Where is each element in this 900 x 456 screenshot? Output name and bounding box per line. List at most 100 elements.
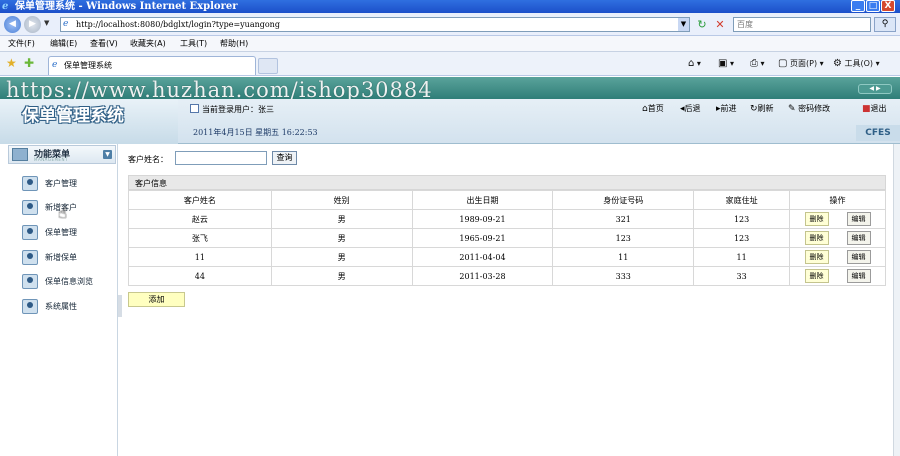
print-icon[interactable]: ⎙ ▾	[750, 58, 765, 70]
cell-id-number: 11	[552, 247, 695, 267]
tab-page-icon: ℯ	[52, 60, 58, 70]
page-menu[interactable]: ▢ 页面(P) ▾	[778, 58, 824, 70]
feeds-icon[interactable]: ▣ ▾	[718, 58, 734, 70]
home-icon[interactable]: ⌂ ▾	[688, 58, 701, 70]
delete-button[interactable]: 删除	[804, 250, 829, 264]
menu-favorites[interactable]: 收藏夹(A)	[130, 38, 166, 50]
cell-name: 11	[128, 247, 272, 267]
maximize-button[interactable]: □	[866, 0, 880, 12]
cell-actions: 删除 编辑	[789, 209, 886, 229]
menu-bar: 文件(F) 编辑(E) 查看(V) 收藏夹(A) 工具(T) 帮助(H)	[0, 36, 900, 52]
window-title: 保单管理系统 - Windows Internet Explorer	[15, 1, 238, 12]
menu-file[interactable]: 文件(F)	[8, 38, 35, 50]
refresh-icon[interactable]: ↻	[694, 17, 710, 32]
hand-cursor-icon: ☝	[58, 204, 68, 222]
home-link[interactable]: ⌂首页	[642, 103, 664, 115]
sidebar-item-system-properties[interactable]: 系统属性	[22, 298, 117, 316]
address-bar[interactable]: ℯ http://localhost:8080/bdglxt/login?typ…	[60, 17, 690, 32]
password-link[interactable]: ✎ 密码修改	[788, 103, 830, 115]
edit-button[interactable]: 编辑	[846, 250, 871, 264]
window-titlebar: ℯ 保单管理系统 - Windows Internet Explorer _ □…	[0, 0, 900, 13]
sidebar-item-customer-management[interactable]: 客户管理	[22, 175, 117, 193]
cell-id-number: 333	[552, 266, 695, 286]
sidebar-item-label: 保单管理	[45, 228, 77, 237]
sidebar-item-label: 新增保单	[45, 253, 77, 262]
datetime: 2011年4月15日 星期五 16:22:53	[193, 128, 318, 137]
panel-title: 客户信息	[135, 179, 167, 188]
customer-name-label: 客户姓名：	[128, 155, 168, 164]
logout-link[interactable]: ■退出	[862, 103, 887, 115]
sidebar-header: 功能菜单 MANAGEMENT ▼	[8, 145, 116, 164]
menu-tools[interactable]: 工具(T)	[180, 38, 207, 50]
stop-icon[interactable]: ✕	[712, 17, 728, 32]
new-tab-button[interactable]	[258, 58, 278, 74]
add-favorite-icon[interactable]: ✚	[24, 56, 34, 70]
menu-folder-icon	[12, 148, 28, 161]
add-button[interactable]: 添加	[128, 292, 185, 307]
forward-link[interactable]: ▸前进	[716, 103, 737, 115]
table-row: 张飞 男 1965-09-21 123 123 删除 编辑	[128, 228, 886, 248]
search-magnifier-icon[interactable]: ⚲	[874, 17, 896, 32]
sidebar-splitter[interactable]	[118, 295, 122, 317]
sidebar-item-policy-management[interactable]: 保单管理	[22, 224, 117, 242]
column-header-name: 客户姓名	[128, 190, 272, 210]
sidebar-item-add-customer[interactable]: 新增客户	[22, 199, 117, 217]
tab-active[interactable]: ℯ 保单管理系统	[48, 56, 256, 75]
user-icon	[22, 200, 38, 215]
cell-name: 赵云	[128, 209, 272, 229]
address-toolbar: ◀ ▶ ▼ ℯ http://localhost:8080/bdglxt/log…	[0, 13, 900, 36]
cell-id-number: 321	[552, 209, 695, 229]
customer-name-input[interactable]	[175, 151, 267, 165]
cell-address: 11	[693, 247, 791, 267]
logout-link-icon: ■	[862, 104, 871, 114]
refresh-link[interactable]: ↻刷新	[750, 103, 774, 115]
user-icon	[22, 274, 38, 289]
collapse-chevron-icon[interactable]: ▼	[103, 150, 112, 159]
search-box[interactable]	[733, 17, 871, 32]
sidebar-item-add-policy[interactable]: 新增保单	[22, 249, 117, 267]
delete-button[interactable]: 删除	[804, 231, 829, 245]
cell-actions: 删除 编辑	[789, 228, 886, 248]
sidebar-item-label: 系统属性	[45, 302, 77, 311]
cell-gender: 男	[270, 228, 413, 248]
sidebar-subtitle: MANAGEMENT	[34, 157, 68, 162]
delete-button[interactable]: 删除	[804, 269, 829, 283]
current-user-label: 当前登录用户：张三	[202, 105, 274, 114]
edit-button[interactable]: 编辑	[846, 212, 871, 226]
query-button[interactable]: 查询	[272, 151, 297, 165]
cell-name: 张飞	[128, 228, 272, 248]
close-button[interactable]: X	[881, 0, 895, 12]
address-dropdown-icon[interactable]: ▼	[678, 18, 689, 31]
search-engine-input[interactable]	[734, 18, 870, 31]
ie-logo-icon: ℯ	[2, 1, 9, 12]
url-text[interactable]: http://localhost:8080/bdglxt/login?type=…	[76, 19, 280, 31]
back-arrow-icon[interactable]: ◀	[4, 16, 21, 33]
menu-view[interactable]: 查看(V)	[90, 38, 118, 50]
password-link-icon: ✎	[788, 104, 796, 114]
tools-menu[interactable]: ⚙ 工具(O) ▾	[833, 58, 880, 70]
cell-birthdate: 1965-09-21	[411, 228, 554, 248]
cell-gender: 男	[270, 209, 413, 229]
page-icon: ℯ	[63, 19, 69, 29]
menu-help[interactable]: 帮助(H)	[220, 38, 248, 50]
favorites-star-icon[interactable]: ★	[6, 56, 17, 70]
cell-birthdate: 2011-03-28	[411, 266, 554, 286]
cell-gender: 男	[270, 247, 413, 267]
watermark-text: https://www.huzhan.com/ishop30884	[6, 78, 433, 102]
right-scrollbar[interactable]	[893, 144, 900, 456]
customer-info-panel-header: 客户信息	[128, 175, 886, 190]
forward-link-label: 前进	[720, 104, 737, 113]
history-dropdown-icon[interactable]: ▼	[44, 19, 49, 27]
edit-button[interactable]: 编辑	[846, 231, 871, 245]
cfes-badge: CFES	[856, 125, 900, 141]
password-link-label: 密码修改	[798, 104, 831, 113]
edit-button[interactable]: 编辑	[846, 269, 871, 283]
strip-arrows-icon[interactable]: ◀ ▶	[858, 84, 892, 94]
back-link[interactable]: ◂后退	[680, 103, 701, 115]
cell-name: 44	[128, 266, 272, 286]
delete-button[interactable]: 删除	[804, 212, 829, 226]
sidebar-item-policy-browse[interactable]: 保单信息浏览	[22, 273, 117, 291]
menu-edit[interactable]: 编辑(E)	[50, 38, 77, 50]
forward-arrow-icon[interactable]: ▶	[24, 16, 41, 33]
minimize-button[interactable]: _	[851, 0, 865, 12]
